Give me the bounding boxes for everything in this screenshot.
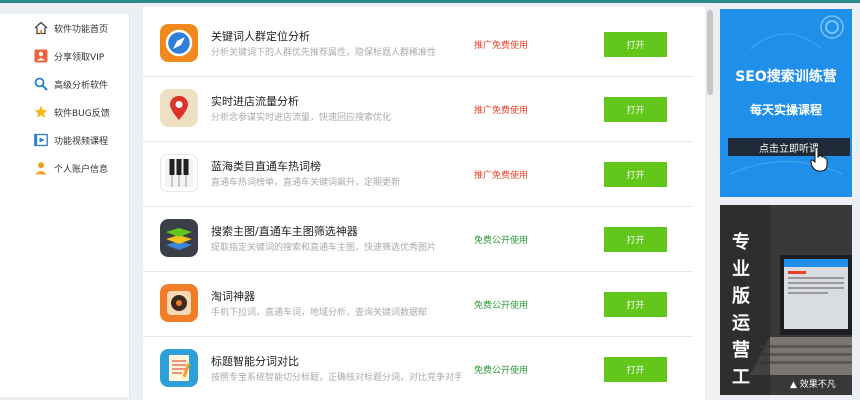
sidebar-item-share-vip[interactable]: 分享领取VIP (0, 44, 130, 68)
record-icon (160, 284, 198, 322)
list-item: 实时进店流量分析 分析念参谋实时进店流量，快速回应搜索优化 推广免费使用 打开 (143, 77, 693, 142)
sidebar-item-home[interactable]: 软件功能首页 (0, 16, 130, 40)
open-button[interactable]: 打开 (604, 292, 667, 317)
open-button[interactable]: 打开 (604, 227, 667, 252)
open-button[interactable]: 打开 (604, 162, 667, 187)
location-pin-icon (160, 89, 198, 127)
video-icon (33, 132, 49, 148)
list-item: 关键词人群定位分析 分析关键词下的人群优先推荐属性，隐保标题人群稀准性 推广免费… (143, 12, 693, 77)
compass-icon (160, 24, 198, 62)
ad-footer: ▲ 效果不凡 (790, 380, 836, 390)
tool-title: 淘词神器 (211, 290, 255, 303)
status-badge: 推广免费使用 (474, 41, 529, 51)
sidebar-item-video-course[interactable]: 功能视频课程 (0, 128, 130, 152)
sidebar-item-label: 功能视频课程 (54, 136, 109, 147)
home-icon (33, 20, 49, 36)
list-item: 搜索主图/直通车主图筛选神器 提取指定关键词的搜索和直通车主图，快速筛选优秀图片… (143, 207, 693, 272)
sidebar-item-label: 软件BUG反馈 (54, 108, 110, 119)
notepad-icon (160, 349, 198, 387)
sidebar-item-account[interactable]: 个人账户信息 (0, 156, 130, 180)
tool-title: 搜索主图/直通车主图筛选神器 (211, 225, 358, 238)
ad-title: SEO搜索训练营 (735, 69, 837, 85)
sidebar-item-analysis[interactable]: 高级分析软件 (0, 72, 130, 96)
tool-description: 按照专宝系统智能切分标题，正确核对标题分词，对比竞争对手 (211, 373, 461, 383)
tool-description: 提取指定关键词的搜索和直通车主图，快速筛选优秀图片 (211, 243, 437, 253)
tool-list: 关键词人群定位分析 分析关键词下的人群优先推荐属性，隐保标题人群稀准性 推广免费… (143, 7, 705, 400)
tool-title: 实时进店流量分析 (211, 95, 299, 108)
seo-course-ad[interactable]: SEO搜索训练营 每天实操课程 点击立即听课 (720, 9, 852, 197)
status-badge: 推广免费使用 (474, 106, 529, 116)
share-user-icon (33, 48, 49, 64)
sidebar-item-label: 个人账户信息 (54, 164, 109, 175)
tool-title: 关键词人群定位分析 (211, 30, 310, 43)
sidebar: 软件功能首页 分享领取VIP 高级分析软件 软件BUG反馈 功能视频课程 个人账… (0, 14, 130, 397)
star-icon (33, 104, 49, 120)
search-icon (33, 76, 49, 92)
scrollbar-thumb[interactable] (707, 10, 713, 95)
ad-subtitle: 每天实操课程 (749, 103, 822, 117)
listen-now-button[interactable]: 点击立即听课 (728, 138, 850, 156)
tool-description: 直通车热词榜单，直通车关键词飙升，定期更新 (211, 178, 401, 188)
piano-keys-icon (160, 154, 198, 192)
tool-title: 蓝海类目直通车热词榜 (211, 160, 321, 173)
ad-footer-text: 效果不凡 (799, 380, 836, 390)
pro-tool-ad[interactable]: 专业版运营工具 ▲ 效果不凡 (720, 205, 852, 395)
layers-icon (160, 219, 198, 257)
user-icon (33, 160, 49, 176)
hand-cursor-icon (810, 146, 828, 172)
tool-description: 分析关键词下的人群优先推荐属性，隐保标题人群稀准性 (211, 48, 437, 58)
status-badge: 免费公开使用 (474, 236, 529, 246)
tool-description: 手机下拉词，直通车词，地域分析，查询关键词数据郁 (211, 308, 428, 318)
open-button[interactable]: 打开 (604, 32, 667, 57)
list-item: 蓝海类目直通车热词榜 直通车热词榜单，直通车关键词飙升，定期更新 推广免费使用 … (143, 142, 693, 207)
sidebar-item-label: 高级分析软件 (54, 80, 109, 91)
tool-title: 标题智能分词对比 (211, 355, 299, 368)
scrollbar[interactable] (706, 10, 714, 400)
list-item: 淘词神器 手机下拉词，直通车词，地域分析，查询关键词数据郁 免费公开使用 打开 (143, 272, 693, 337)
open-button[interactable]: 打开 (604, 97, 667, 122)
status-badge: 免费公开使用 (474, 301, 529, 311)
tool-description: 分析念参谋实时进店流量，快速回应搜索优化 (211, 113, 392, 123)
status-badge: 免费公开使用 (474, 366, 529, 376)
sidebar-item-bug-feedback[interactable]: 软件BUG反馈 (0, 100, 130, 124)
ad-vertical-title: 专业版运营工具 (732, 232, 750, 395)
list-item: 标题智能分词对比 按照专宝系统智能切分标题，正确核对标题分词，对比竞争对手 免费… (143, 337, 693, 400)
open-button[interactable]: 打开 (604, 357, 667, 382)
sidebar-item-label: 软件功能首页 (54, 24, 109, 35)
sidebar-item-label: 分享领取VIP (54, 52, 105, 63)
status-badge: 推广免费使用 (474, 171, 529, 181)
